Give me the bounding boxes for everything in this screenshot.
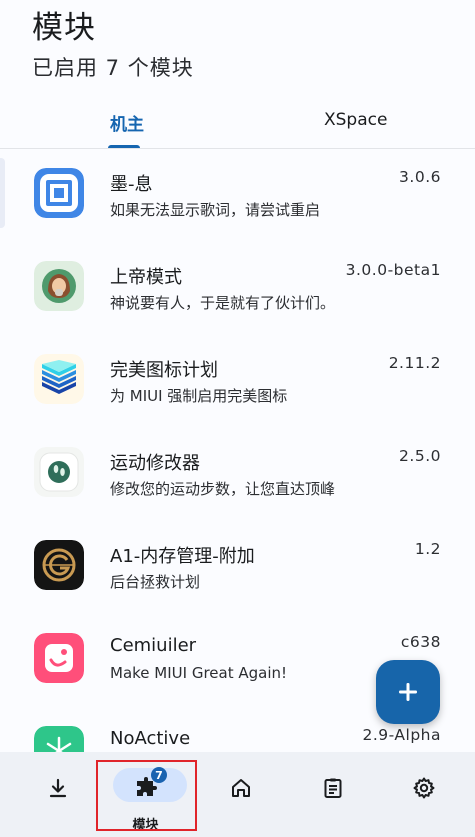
module-name: 上帝模式 bbox=[110, 267, 182, 288]
module-name: 完美图标计划 bbox=[110, 360, 218, 381]
module-item-lyric[interactable]: 墨-息 如果无法显示歌词，请尝试重启 3.0.6 bbox=[0, 148, 475, 241]
steps-icon bbox=[34, 447, 84, 497]
lyric-icon bbox=[34, 168, 84, 218]
module-description: 后台拯救计划 bbox=[110, 573, 201, 591]
add-module-button[interactable] bbox=[376, 660, 440, 724]
nav-logs[interactable] bbox=[285, 752, 380, 837]
layers-icon bbox=[34, 354, 84, 404]
module-description: Make MIUI Great Again! bbox=[110, 664, 288, 682]
module-version: 3.0.0-beta1 bbox=[345, 261, 441, 279]
module-version: 2.11.2 bbox=[388, 354, 441, 372]
module-version: 3.0.6 bbox=[399, 168, 441, 186]
module-version: c638 bbox=[400, 633, 441, 651]
tab-xspace[interactable]: XSpace bbox=[324, 110, 387, 130]
tab-bar: 机主 XSpace bbox=[0, 96, 475, 149]
module-name: 墨-息 bbox=[110, 174, 153, 195]
module-item-god-mode[interactable]: 上帝模式 神说要有人，于是就有了伙计们。 3.0.0-beta1 bbox=[0, 241, 475, 334]
module-version: 2.9-Alpha bbox=[362, 726, 441, 744]
module-item-perfect-icons[interactable]: 完美图标计划 为 MIUI 强制启用完美图标 2.11.2 bbox=[0, 334, 475, 427]
nav-download[interactable] bbox=[10, 752, 105, 837]
nav-settings[interactable] bbox=[376, 752, 471, 837]
clipboard-icon bbox=[324, 778, 341, 798]
plus-icon bbox=[399, 683, 417, 701]
module-version: 1.2 bbox=[414, 540, 441, 558]
nav-home[interactable] bbox=[193, 752, 288, 837]
module-name: Cemiuiler bbox=[110, 635, 197, 656]
highlight-annotation-box bbox=[96, 760, 197, 831]
enabled-count-text: 已启用 7 个模块 bbox=[32, 56, 194, 80]
module-description: 为 MIUI 强制启用完美图标 bbox=[110, 387, 288, 405]
home-icon bbox=[231, 779, 250, 797]
module-name: 运动修改器 bbox=[110, 453, 200, 474]
module-item-memory[interactable]: A1-内存管理-附加 后台拯救计划 1.2 bbox=[0, 520, 475, 613]
cemiuiler-icon bbox=[34, 633, 84, 683]
module-description: 修改您的运动步数，让您直达顶峰 bbox=[110, 480, 336, 498]
module-item-steps[interactable]: 运动修改器 修改您的运动步数，让您直达顶峰 2.5.0 bbox=[0, 427, 475, 520]
download-icon bbox=[49, 778, 66, 798]
module-description: 如果无法显示歌词，请尝试重启 bbox=[110, 201, 321, 219]
module-name: NoActive bbox=[110, 728, 191, 749]
page-title: 模块 bbox=[32, 10, 96, 46]
gear-icon bbox=[413, 777, 434, 799]
module-name: A1-内存管理-附加 bbox=[110, 546, 255, 567]
tab-owner[interactable]: 机主 bbox=[110, 110, 144, 135]
bottom-navigation: 7 模块 bbox=[0, 752, 475, 837]
module-version: 2.5.0 bbox=[399, 447, 441, 465]
memory-icon bbox=[34, 540, 84, 590]
module-description: 神说要有人，于是就有了伙计们。 bbox=[110, 294, 336, 312]
god-mode-icon bbox=[34, 261, 84, 311]
